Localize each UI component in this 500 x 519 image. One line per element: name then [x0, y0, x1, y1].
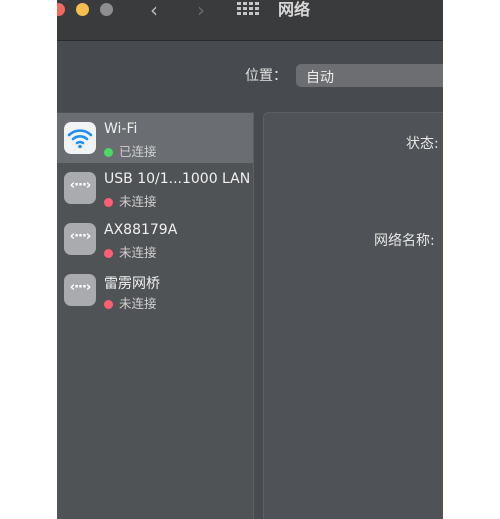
- close-button[interactable]: [57, 3, 65, 16]
- location-select[interactable]: 自动: [296, 64, 443, 87]
- location-value: 自动: [306, 70, 334, 86]
- service-item-ax88179a[interactable]: ‹···› AX88179A 未连接: [57, 214, 253, 264]
- status-label: 状态:: [406, 136, 439, 152]
- window-title: 网络: [278, 0, 311, 19]
- minimize-button[interactable]: [76, 3, 89, 16]
- network-name-label: 网络名称:: [374, 233, 435, 249]
- service-status: 未连接: [104, 242, 157, 261]
- status-dot-disconnected: [104, 300, 113, 309]
- service-name: AX88179A: [104, 222, 178, 238]
- chevron-right-icon[interactable]: ›: [197, 0, 205, 20]
- service-status: 未连接: [104, 191, 157, 210]
- title-bar: ‹ › 网络: [57, 0, 443, 41]
- service-name: USB 10/1...1000 LAN: [104, 171, 251, 187]
- service-status-text: 已连接: [119, 144, 157, 159]
- wifi-icon: [64, 122, 96, 154]
- status-dot-disconnected: [104, 249, 113, 258]
- service-status-text: 未连接: [119, 296, 157, 311]
- ethernet-icon: ‹···›: [64, 172, 96, 204]
- service-item-wifi[interactable]: Wi-Fi 已连接: [57, 113, 253, 163]
- service-status-text: 未连接: [119, 194, 157, 209]
- service-status: 未连接: [104, 293, 157, 312]
- service-detail-panel: 状态: 网络名称:: [263, 112, 443, 519]
- grid-icon[interactable]: [237, 2, 259, 16]
- service-item-usb-lan[interactable]: ‹···› USB 10/1...1000 LAN 未连接: [57, 163, 253, 213]
- ethernet-icon: ‹···›: [64, 223, 96, 255]
- ethernet-icon: ‹···›: [64, 274, 96, 306]
- status-dot-disconnected: [104, 198, 113, 207]
- service-name: 雷雳网桥: [104, 276, 160, 292]
- service-status: 已连接: [104, 141, 157, 160]
- chevron-left-icon[interactable]: ‹: [150, 0, 158, 20]
- network-preferences-window: ‹ › 网络 位置： 自动 Wi-Fi 已连接 ‹···› USB 10/1..…: [57, 0, 443, 519]
- status-dot-connected: [104, 148, 113, 157]
- location-label: 位置：: [245, 68, 287, 84]
- service-status-text: 未连接: [119, 245, 157, 260]
- network-service-list: Wi-Fi 已连接 ‹···› USB 10/1...1000 LAN 未连接 …: [57, 112, 254, 519]
- zoom-button[interactable]: [100, 3, 113, 16]
- service-name: Wi-Fi: [104, 121, 138, 137]
- service-item-thunderbolt-bridge[interactable]: ‹···› 雷雳网桥 未连接: [57, 265, 253, 315]
